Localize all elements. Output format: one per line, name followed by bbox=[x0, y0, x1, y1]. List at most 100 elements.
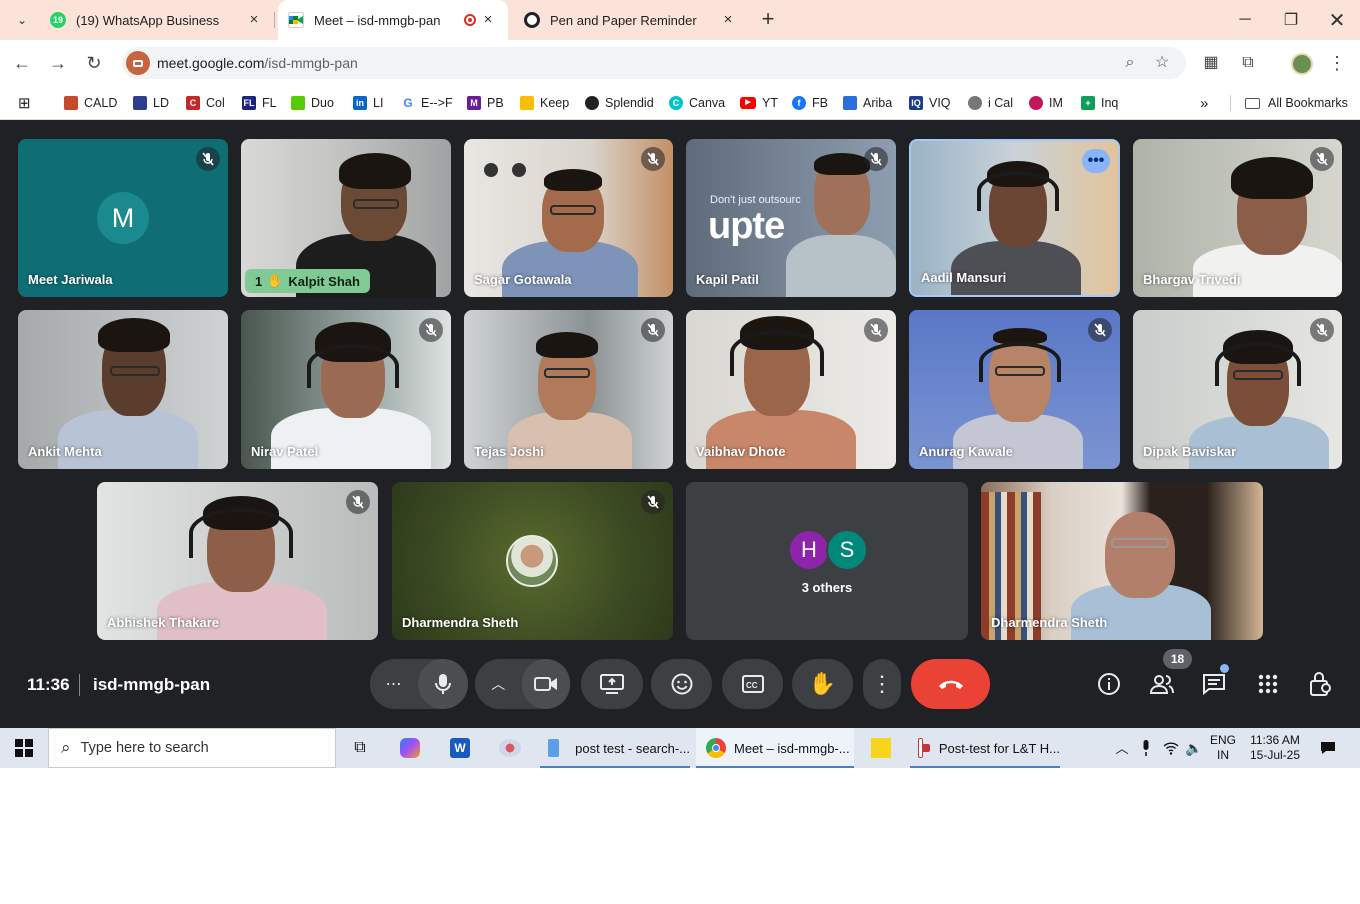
participant-tile[interactable]: Anurag Kawale bbox=[909, 310, 1120, 469]
bookmark-item[interactable]: FL FL bbox=[242, 93, 277, 113]
participant-tile[interactable]: Dharmendra Sheth bbox=[392, 482, 673, 640]
bookmark-item[interactable]: IM bbox=[1029, 93, 1063, 113]
show-hidden-icons-button[interactable]: ︿ bbox=[1112, 728, 1132, 768]
participant-tile[interactable]: Tejas Joshi bbox=[464, 310, 673, 469]
captions-button[interactable]: CC bbox=[722, 659, 783, 709]
forward-button[interactable]: → bbox=[46, 51, 70, 75]
meeting-details-button[interactable] bbox=[1096, 671, 1122, 697]
minimize-button[interactable]: ─ bbox=[1222, 0, 1268, 40]
close-tab-icon[interactable]: × bbox=[720, 12, 736, 28]
mic-off-icon bbox=[641, 490, 665, 514]
bookmark-item[interactable]: in LI bbox=[353, 93, 383, 113]
bookmark-item[interactable]: ▶ YT bbox=[740, 93, 778, 113]
participant-name: Dharmendra Sheth bbox=[402, 615, 519, 630]
all-bookmarks-button[interactable]: All Bookmarks bbox=[1245, 93, 1348, 113]
taskbar-app-notepad[interactable]: post test - search-... bbox=[540, 728, 690, 768]
bookmark-item[interactable]: M PB bbox=[467, 93, 504, 113]
tab-meet[interactable]: Meet – isd-mmgb-pan × bbox=[278, 0, 508, 40]
restore-button[interactable]: ❐ bbox=[1268, 0, 1314, 40]
copilot-icon[interactable] bbox=[386, 728, 434, 768]
bookmark-item[interactable]: C Col bbox=[186, 93, 225, 113]
chat-button[interactable] bbox=[1201, 671, 1227, 697]
notifications-icon[interactable] bbox=[1316, 728, 1340, 768]
bookmark-item[interactable]: + Inq bbox=[1081, 93, 1118, 113]
participant-tile[interactable]: Nirav Patel bbox=[241, 310, 451, 469]
bookmark-icon: M bbox=[467, 96, 481, 110]
participant-tile[interactable]: Don't just outsourc upte Kapil Patil bbox=[686, 139, 896, 297]
close-window-button[interactable]: ✕ bbox=[1314, 0, 1360, 40]
audio-settings-button[interactable]: ⋯ bbox=[370, 674, 418, 694]
address-bar[interactable]: meet.google.com/isd-mmgb-pan ⌕ ☆ bbox=[122, 47, 1186, 79]
others-tile[interactable]: H S 3 others bbox=[686, 482, 968, 640]
start-button[interactable] bbox=[0, 728, 48, 768]
host-controls-button[interactable] bbox=[1308, 671, 1334, 697]
bookmark-item[interactable]: f FB bbox=[792, 93, 828, 113]
more-bookmarks-icon[interactable]: » bbox=[1200, 93, 1208, 113]
taskbar-app-pdf[interactable]: Post-test for L&T H... bbox=[910, 728, 1060, 768]
word-icon[interactable]: W bbox=[436, 728, 484, 768]
present-button[interactable] bbox=[581, 659, 643, 709]
bookmark-item[interactable]: Splendid bbox=[585, 93, 654, 113]
tab-whatsapp[interactable]: 19 (19) WhatsApp Business × bbox=[40, 0, 275, 40]
region-label: IN bbox=[1216, 748, 1229, 762]
bookmark-item[interactable]: i Cal bbox=[968, 93, 1013, 113]
network-icon[interactable] bbox=[1160, 728, 1182, 768]
reload-button[interactable]: ↻ bbox=[82, 51, 106, 75]
tab-search-button[interactable]: ⌄ bbox=[6, 0, 38, 40]
new-tab-button[interactable]: + bbox=[756, 8, 780, 32]
raise-hand-button[interactable]: ✋ bbox=[792, 659, 853, 709]
task-view-icon[interactable]: ⧉ bbox=[338, 728, 382, 768]
menu-icon[interactable]: ⋮ bbox=[1326, 52, 1348, 74]
people-button[interactable] bbox=[1149, 671, 1175, 697]
zoom-icon[interactable]: ⌕ bbox=[1120, 53, 1140, 73]
bookmark-item[interactable]: C Canva bbox=[669, 93, 725, 113]
language-indicator[interactable]: ENG IN bbox=[1208, 728, 1238, 768]
participant-tile[interactable]: 1 ✋ Kalpit Shah bbox=[241, 139, 451, 297]
taskbar-search[interactable]: ⌕ Type here to search bbox=[48, 728, 336, 768]
site-info-icon[interactable] bbox=[126, 51, 150, 75]
app-icon[interactable] bbox=[486, 728, 534, 768]
profile-avatar[interactable] bbox=[1291, 53, 1313, 75]
sticky-notes-icon[interactable] bbox=[858, 728, 904, 768]
clock[interactable]: 11:36 AM 15-Jul-25 bbox=[1244, 728, 1306, 768]
taskbar-app-chrome[interactable]: Meet – isd-mmgb-... bbox=[696, 728, 854, 768]
tab-pen-and-paper[interactable]: Pen and Paper Reminder × bbox=[512, 0, 748, 40]
url-text[interactable]: meet.google.com/isd-mmgb-pan bbox=[157, 55, 358, 71]
close-tab-icon[interactable]: × bbox=[480, 12, 496, 28]
close-tab-icon[interactable]: × bbox=[246, 12, 262, 28]
camera-button[interactable] bbox=[521, 659, 570, 709]
participant-tile[interactable]: Dipak Baviskar bbox=[1133, 310, 1342, 469]
microphone-tray-icon[interactable] bbox=[1136, 728, 1156, 768]
participant-tile[interactable]: Vaibhav Dhote bbox=[686, 310, 896, 469]
microphone-button[interactable] bbox=[418, 659, 468, 709]
leave-call-button[interactable] bbox=[911, 659, 990, 709]
more-options-icon[interactable]: ••• bbox=[1082, 149, 1110, 173]
bookmark-item[interactable]: G E-->F bbox=[401, 93, 453, 113]
volume-icon[interactable]: 🔈 bbox=[1183, 728, 1205, 768]
apps-grid-icon[interactable]: ⊞ bbox=[18, 93, 31, 113]
participant-tile[interactable]: Abhishek Thakare bbox=[97, 482, 378, 640]
search-placeholder: Type here to search bbox=[80, 740, 209, 756]
bookmark-item[interactable]: Duo bbox=[291, 93, 334, 113]
apple-icon bbox=[968, 96, 982, 110]
participant-tile[interactable]: Sagar Gotawala bbox=[464, 139, 673, 297]
bookmark-icon: C bbox=[186, 96, 200, 110]
bookmark-item[interactable]: CALD bbox=[64, 93, 117, 113]
bookmark-item[interactable]: Keep bbox=[520, 93, 569, 113]
bookmark-item[interactable]: Ariba bbox=[843, 93, 892, 113]
bookmark-item[interactable]: LD bbox=[133, 93, 169, 113]
activities-button[interactable] bbox=[1255, 671, 1281, 697]
participant-tile-selected[interactable]: ••• Aadil Mansuri bbox=[909, 139, 1120, 297]
participant-tile[interactable]: Dharmendra Sheth bbox=[981, 482, 1263, 640]
extension-icon[interactable]: ▦ bbox=[1200, 52, 1222, 74]
participant-tile[interactable]: Bhargav Trivedi bbox=[1133, 139, 1342, 297]
more-options-button[interactable]: ⋮ bbox=[863, 659, 901, 709]
back-button[interactable]: ← bbox=[10, 51, 34, 75]
puzzle-icon[interactable]: ⧉ bbox=[1237, 52, 1259, 74]
bookmark-star-icon[interactable]: ☆ bbox=[1152, 53, 1172, 73]
participant-tile[interactable]: Ankit Mehta bbox=[18, 310, 228, 469]
bookmark-item[interactable]: IQ VIQ bbox=[909, 93, 951, 113]
reactions-button[interactable] bbox=[651, 659, 712, 709]
video-settings-button[interactable]: ︿ bbox=[475, 674, 522, 694]
participant-tile[interactable]: M Meet Jariwala bbox=[18, 139, 228, 297]
